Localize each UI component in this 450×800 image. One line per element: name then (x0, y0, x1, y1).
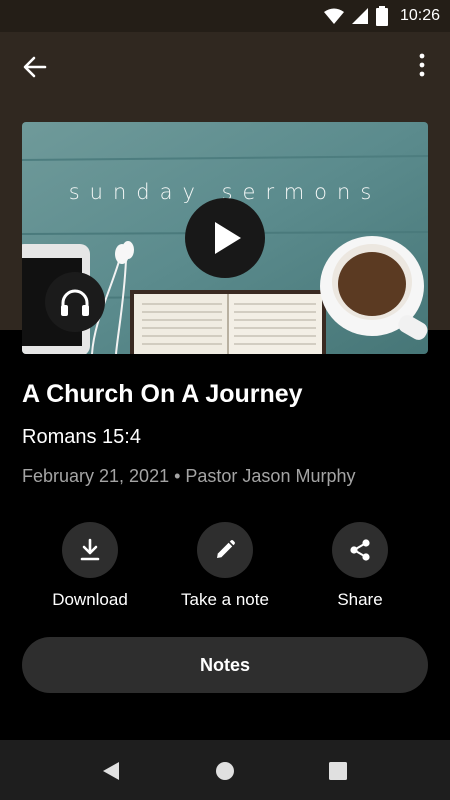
status-time: 10:26 (399, 7, 440, 24)
download-button[interactable] (62, 522, 118, 578)
sermon-date-speaker: February 21, 2021 • Pastor Jason Murphy (22, 466, 356, 486)
share-action[interactable]: Share (285, 522, 435, 610)
take-note-label: Take a note (181, 590, 269, 609)
take-note-action[interactable]: Take a note (150, 522, 300, 610)
cell-signal-icon (351, 8, 368, 24)
app-bar (0, 32, 450, 96)
notes-button[interactable]: Notes (22, 637, 428, 693)
sermon-artwork: sunday sermons (22, 122, 428, 354)
system-nav-bar (0, 740, 450, 800)
download-action[interactable]: Download (15, 522, 165, 610)
nav-recents-icon (329, 762, 347, 780)
download-label: Download (52, 590, 128, 609)
nav-recents-button[interactable] (325, 758, 351, 784)
nav-back-icon (103, 762, 119, 780)
share-icon (350, 539, 370, 561)
nav-back-button[interactable] (98, 758, 124, 784)
status-bar: 10:26 (0, 0, 450, 32)
nav-home-button[interactable] (212, 758, 238, 784)
status-icons: 10:26 (323, 6, 440, 26)
sermon-title: A Church On A Journey (22, 380, 303, 408)
share-label: Share (337, 590, 383, 609)
more-vert-icon[interactable] (410, 52, 434, 78)
pencil-icon (217, 540, 235, 558)
back-arrow-icon[interactable] (20, 52, 50, 82)
share-button[interactable] (332, 522, 388, 578)
play-button[interactable] (185, 198, 265, 278)
battery-icon (375, 6, 388, 26)
take-note-button[interactable] (197, 522, 253, 578)
download-icon (80, 538, 100, 561)
play-icon (215, 222, 241, 254)
nav-home-icon (216, 762, 234, 780)
audio-button[interactable] (45, 272, 105, 332)
notes-button-label: Notes (199, 654, 250, 675)
sermon-scripture: Romans 15:4 (22, 426, 141, 448)
wifi-icon (323, 8, 344, 24)
headphones-icon (61, 289, 89, 316)
